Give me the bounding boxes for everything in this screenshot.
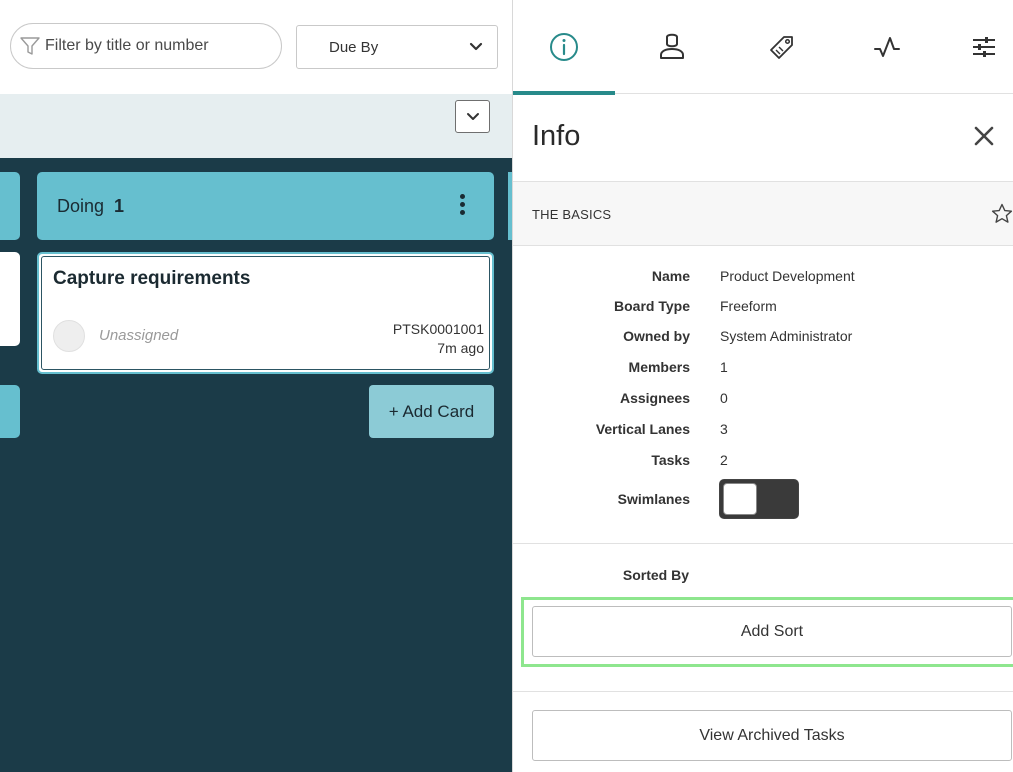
previous-lane-header <box>0 172 20 240</box>
field-label: Vertical Lanes <box>595 421 690 437</box>
add-sort-button[interactable]: Add Sort <box>532 606 1012 657</box>
board-toolbar: Due By <box>0 0 512 94</box>
divider <box>513 691 1013 692</box>
field-value: 0 <box>720 390 728 406</box>
tab-settings[interactable] <box>933 0 1013 94</box>
board-pane: Due By Doing 1 Capture requirements Unas… <box>0 0 512 772</box>
sorted-by-label: Sorted By <box>622 567 689 583</box>
lane-header-doing: Doing 1 <box>37 172 494 240</box>
panel-title: Info <box>532 120 581 152</box>
field-label: Tasks <box>651 452 690 468</box>
field-row-vertical-lanes: Vertical Lanes 3 <box>513 421 1013 445</box>
tab-info[interactable] <box>513 0 615 95</box>
field-row-name: Name Product Development <box>513 268 1013 292</box>
filter-icon <box>20 37 40 55</box>
field-value: Product Development <box>720 268 855 284</box>
field-row-assignees: Assignees 0 <box>513 390 1013 414</box>
tab-activity[interactable] <box>836 0 938 94</box>
board-subbar <box>0 94 512 158</box>
filter-input-wrapper[interactable] <box>10 23 282 69</box>
basics-fields: Name Product Development Board Type Free… <box>513 246 1013 544</box>
previous-lane-add-card[interactable] <box>0 385 20 438</box>
board-canvas <box>0 158 512 772</box>
field-row-members: Members 1 <box>513 359 1013 383</box>
lane-title: Doing <box>57 195 105 216</box>
tab-tags[interactable] <box>731 0 833 94</box>
field-row-owned-by: Owned by System Administrator <box>513 328 1013 352</box>
toggle-knob <box>723 483 757 515</box>
card-title: Capture requirements <box>53 268 251 289</box>
field-value: System Administrator <box>720 328 853 344</box>
card-assignee: Unassigned <box>99 327 179 344</box>
lane-menu-icon[interactable] <box>458 194 466 218</box>
info-icon <box>550 33 578 61</box>
field-label: Swimlanes <box>617 491 690 507</box>
tab-members[interactable] <box>621 0 723 94</box>
card-age: 7m ago <box>437 340 484 356</box>
chevron-down-icon <box>466 112 479 120</box>
filter-input[interactable] <box>45 37 265 55</box>
add-card-button[interactable]: + Add Card <box>369 385 494 438</box>
sliders-icon <box>973 37 995 57</box>
panel-tabbar <box>513 0 1013 95</box>
section-title: THE BASICS <box>532 207 612 222</box>
field-label: Owned by <box>623 328 690 344</box>
avatar[interactable] <box>53 320 85 352</box>
section-header-basics: THE BASICS <box>513 182 1013 246</box>
chevron-down-icon <box>469 42 483 51</box>
card-number: PTSK0001001 <box>392 321 484 337</box>
field-row-board-type: Board Type Freeform <box>513 298 1013 322</box>
task-card[interactable]: Capture requirements Unassigned PTSK0001… <box>37 252 494 374</box>
collapse-button[interactable] <box>455 100 490 133</box>
field-label: Name <box>651 268 690 284</box>
lane-count: 1 <box>114 195 125 216</box>
field-value: 3 <box>720 421 728 437</box>
panel-header: Info <box>513 94 1013 182</box>
field-value: Freeform <box>720 298 777 314</box>
sort-select-value: Due By <box>329 38 379 56</box>
field-label: Members <box>628 359 690 375</box>
info-panel: Info THE BASICS Name Product Development… <box>512 0 1013 772</box>
star-icon[interactable] <box>990 202 1013 226</box>
view-archived-tasks-button[interactable]: View Archived Tasks <box>532 710 1012 761</box>
activity-icon <box>874 37 900 57</box>
field-label: Board Type <box>614 298 690 314</box>
previous-lane-card[interactable] <box>0 252 20 346</box>
field-value: 1 <box>720 359 728 375</box>
sort-select[interactable]: Due By <box>296 25 498 69</box>
field-label: Assignees <box>619 390 690 406</box>
close-icon[interactable] <box>970 122 998 150</box>
tag-icon <box>770 36 793 59</box>
swimlanes-toggle[interactable] <box>719 479 799 519</box>
members-icon <box>660 33 684 59</box>
field-value: 2 <box>720 452 728 468</box>
field-row-tasks: Tasks 2 <box>513 452 1013 476</box>
